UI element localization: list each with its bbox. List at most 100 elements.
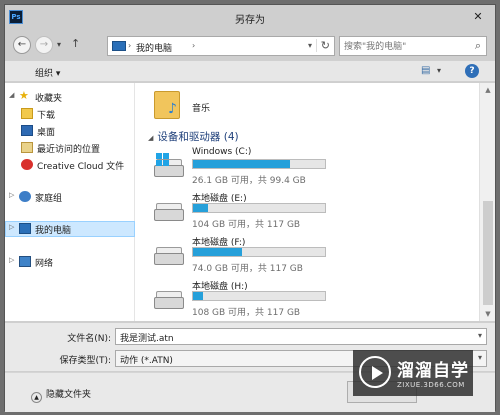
hard-drive-icon	[154, 201, 184, 223]
back-icon[interactable]: ←	[13, 36, 31, 54]
close-button[interactable]: ✕	[467, 8, 489, 25]
filename-label: 文件名(N):	[67, 334, 111, 344]
nav-label: 网络	[35, 259, 54, 269]
chevron-down-icon[interactable]: ▾	[308, 41, 312, 50]
drive-usage-bar	[192, 203, 326, 213]
hard-drive-icon	[154, 245, 184, 267]
help-icon[interactable]: ?	[465, 64, 479, 78]
creative-cloud-icon	[21, 159, 33, 170]
windows-logo-icon	[156, 153, 170, 167]
drive-usage-fill	[193, 292, 204, 300]
homegroup-icon	[19, 191, 31, 202]
scroll-down-icon[interactable]: ▼	[480, 307, 496, 321]
screen-frame: Ps 另存为 ✕ ← → ▾ ↑ › 我的电脑 › ▾ ↻ ⌕ 组织 ▾ ▤ ▾…	[0, 0, 500, 415]
content-area: ◢ ★ 收藏夹 下载 桌面 最近访问的位置 Creative Cloud 文件	[5, 83, 495, 321]
nav-item-desktop[interactable]: 桌面	[5, 123, 135, 139]
drive-name: Windows (C:)	[192, 147, 252, 157]
play-logo-icon	[359, 356, 391, 388]
collapse-arrow-icon[interactable]: ◢	[148, 134, 153, 142]
drive-usage-fill	[193, 160, 291, 168]
drive-free-text: 26.1 GB 可用，共 99.4 GB	[192, 176, 306, 186]
forward-icon[interactable]: →	[35, 36, 53, 54]
computer-icon	[19, 223, 31, 234]
drive-item[interactable]: 本地磁盘 (E:) 104 GB 可用，共 117 GB	[154, 191, 474, 231]
search-input[interactable]	[344, 40, 462, 53]
filetype-value: 动作 (*.ATN)	[120, 356, 173, 366]
nav-favorites[interactable]: ◢ ★ 收藏夹	[5, 89, 135, 105]
chevron-down-icon[interactable]: ▾	[478, 331, 482, 340]
nav-homegroup[interactable]: ▷ 家庭组	[5, 189, 135, 205]
drive-usage-fill	[193, 204, 208, 212]
refresh-icon[interactable]: ↻	[315, 39, 330, 52]
music-folder-label: 音乐	[192, 104, 211, 114]
chevron-right-icon[interactable]: ›	[128, 41, 131, 50]
watermark: 溜溜自学 ZIXUE.3D66.COM	[353, 350, 473, 396]
nav-label: 下载	[37, 111, 56, 121]
downloads-folder-icon	[21, 108, 33, 119]
hide-folders-toggle[interactable]: ▲ 隐藏文件夹	[31, 387, 91, 403]
recent-places-icon	[21, 142, 33, 153]
nav-label: Creative Cloud 文件	[37, 162, 125, 172]
nav-label: 桌面	[37, 128, 56, 138]
network-icon	[19, 256, 31, 267]
chevron-down-icon[interactable]: ▾	[437, 66, 441, 75]
expand-arrow-icon[interactable]: ▷	[9, 223, 14, 231]
nav-label: 最近访问的位置	[37, 145, 101, 155]
organize-button[interactable]: 组织 ▾	[35, 66, 60, 79]
recent-dropdown-icon[interactable]: ▾	[57, 40, 61, 49]
search-box[interactable]: ⌕	[339, 36, 487, 56]
drive-usage-bar	[192, 247, 326, 257]
up-icon[interactable]: ↑	[71, 37, 80, 50]
navigation-pane: ◢ ★ 收藏夹 下载 桌面 最近访问的位置 Creative Cloud 文件	[5, 83, 135, 321]
search-icon[interactable]: ⌕	[475, 39, 481, 53]
filename-field[interactable]: 我是测试.atn ▾	[115, 328, 487, 345]
chevron-up-icon: ▲	[31, 392, 42, 403]
breadcrumb-this-pc[interactable]: 我的电脑	[136, 41, 172, 54]
toolbar: 组织 ▾ ▤ ▾ ?	[5, 60, 495, 82]
watermark-url: ZIXUE.3D66.COM	[397, 381, 465, 389]
expand-arrow-icon[interactable]: ▷	[9, 256, 14, 264]
scroll-up-icon[interactable]: ▲	[480, 83, 496, 97]
drive-usage-fill	[193, 248, 242, 256]
drive-free-text: 108 GB 可用，共 117 GB	[192, 308, 301, 318]
expand-arrow-icon[interactable]: ▷	[9, 191, 14, 199]
filename-value: 我是测试.atn	[120, 334, 174, 344]
view-options-icon[interactable]: ▤	[421, 65, 430, 76]
nav-item-downloads[interactable]: 下载	[5, 106, 135, 122]
address-bar[interactable]: › 我的电脑 › ▾ ↻	[107, 36, 335, 56]
nav-label: 收藏夹	[35, 94, 63, 104]
vertical-scrollbar[interactable]: ▲ ▼	[479, 83, 495, 321]
desktop-icon	[21, 125, 33, 136]
file-list: ♪ 音乐 ◢ 设备和驱动器 (4) Windows (C:) 26.1 GB 可用…	[136, 83, 479, 321]
drive-item[interactable]: 本地磁盘 (H:) 108 GB 可用，共 117 GB	[154, 279, 474, 319]
section-title: 设备和驱动器 (4)	[157, 131, 239, 143]
drive-usage-bar	[192, 291, 326, 301]
nav-label: 家庭组	[35, 194, 63, 204]
address-row: ← → ▾ ↑ › 我的电脑 › ▾ ↻ ⌕	[5, 32, 495, 58]
watermark-name: 溜溜自学	[397, 361, 469, 381]
chevron-down-icon[interactable]: ▾	[478, 353, 482, 362]
nav-item-recent[interactable]: 最近访问的位置	[5, 140, 135, 156]
dialog-title: 另存为	[235, 15, 265, 26]
drive-free-text: 104 GB 可用，共 117 GB	[192, 220, 301, 230]
computer-icon	[112, 41, 126, 51]
hard-drive-icon	[154, 153, 184, 179]
nav-label: 我的电脑	[35, 226, 72, 236]
hide-folders-label: 隐藏文件夹	[46, 390, 92, 400]
expand-arrow-icon[interactable]: ◢	[9, 91, 14, 99]
title-bar: Ps 另存为 ✕	[5, 5, 495, 29]
scroll-thumb[interactable]	[483, 201, 493, 305]
filetype-label: 保存类型(T):	[59, 356, 111, 366]
nav-this-pc[interactable]: ▷ 我的电脑	[5, 221, 135, 237]
drive-item[interactable]: Windows (C:) 26.1 GB 可用，共 99.4 GB	[154, 147, 474, 187]
drive-free-text: 74.0 GB 可用，共 117 GB	[192, 264, 303, 274]
devices-section-header[interactable]: ◢ 设备和驱动器 (4)	[148, 129, 239, 144]
drive-usage-bar	[192, 159, 326, 169]
drive-item[interactable]: 本地磁盘 (F:) 74.0 GB 可用，共 117 GB	[154, 235, 474, 275]
chevron-right-icon[interactable]: ›	[192, 41, 195, 50]
music-folder-icon: ♪	[154, 89, 184, 119]
hard-drive-icon	[154, 289, 184, 311]
nav-network[interactable]: ▷ 网络	[5, 254, 135, 270]
star-icon: ★	[19, 89, 29, 102]
nav-item-creative-cloud[interactable]: Creative Cloud 文件	[5, 157, 135, 173]
